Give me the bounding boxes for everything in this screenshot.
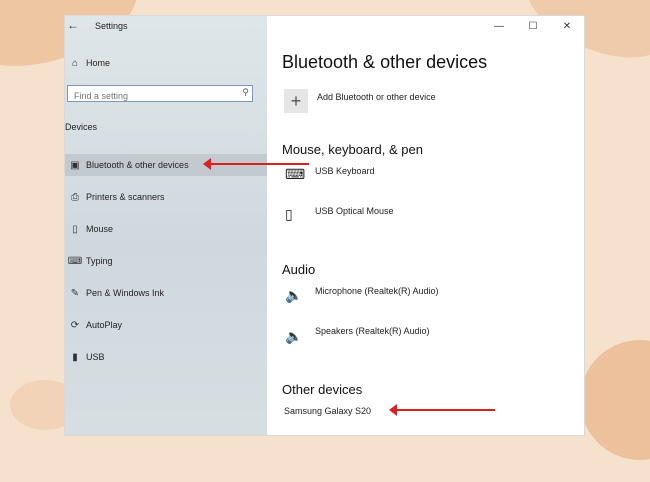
device-microphone[interactable]: Microphone (Realtek(R) Audio) xyxy=(315,286,439,296)
sidebar-item-label: Printers & scanners xyxy=(86,192,165,202)
group-title-audio: Audio xyxy=(282,262,316,277)
annotation-arrow-samsung xyxy=(389,404,495,416)
device-usb-keyboard[interactable]: USB Keyboard xyxy=(315,166,375,176)
sidebar: ← Settings ⌂ Home ⚲ Devices ▣ Bluetooth … xyxy=(65,16,267,435)
speaker-icon: 🔈 xyxy=(285,328,303,344)
group-title-other: Other devices xyxy=(282,382,363,397)
keyboard-icon: ⌨ xyxy=(285,166,306,182)
annotation-arrow-bluetooth xyxy=(203,158,309,170)
mouse-icon: ▯ xyxy=(285,206,293,222)
add-device-button[interactable]: + xyxy=(284,89,308,113)
sidebar-item-autoplay[interactable]: ⟳ AutoPlay xyxy=(65,314,267,336)
device-speakers[interactable]: Speakers (Realtek(R) Audio) xyxy=(315,326,430,336)
app-title: Settings xyxy=(95,21,128,31)
sidebar-item-label: Bluetooth & other devices xyxy=(86,160,189,170)
maximize-icon[interactable]: ☐ xyxy=(516,16,550,36)
sidebar-item-mouse[interactable]: ▯ Mouse xyxy=(65,218,267,240)
sidebar-item-label: USB xyxy=(86,352,105,362)
search-box[interactable]: ⚲ xyxy=(67,85,253,104)
keyboard-icon: ⌨ xyxy=(67,255,83,267)
group-title-input: Mouse, keyboard, & pen xyxy=(282,142,423,157)
minimize-icon[interactable]: — xyxy=(482,16,516,36)
speaker-icon: 🔈 xyxy=(285,287,303,303)
search-input[interactable] xyxy=(72,88,236,104)
main-content: — ☐ ✕ Bluetooth & other devices + Add Bl… xyxy=(267,16,584,435)
sidebar-item-label: Mouse xyxy=(86,224,114,234)
search-icon[interactable]: ⚲ xyxy=(242,87,249,98)
sidebar-item-typing[interactable]: ⌨ Typing xyxy=(65,250,267,272)
home-nav-item[interactable]: ⌂ Home xyxy=(65,52,267,74)
sidebar-item-label: Typing xyxy=(86,256,113,266)
home-icon: ⌂ xyxy=(71,57,79,69)
usb-icon: ▮ xyxy=(72,351,78,363)
home-label: Home xyxy=(86,58,111,68)
device-usb-mouse[interactable]: USB Optical Mouse xyxy=(315,206,394,216)
window-controls: — ☐ ✕ xyxy=(482,16,584,36)
close-icon[interactable]: ✕ xyxy=(550,16,584,36)
device-samsung-galaxy[interactable]: Samsung Galaxy S20 xyxy=(284,406,371,416)
back-arrow-icon[interactable]: ← xyxy=(67,18,79,32)
section-label-devices: Devices xyxy=(65,122,98,132)
sidebar-item-label: AutoPlay xyxy=(86,320,123,330)
mouse-icon: ▯ xyxy=(72,223,78,235)
sidebar-item-printers[interactable]: ⎙ Printers & scanners xyxy=(65,186,267,208)
printer-icon: ⎙ xyxy=(71,191,79,203)
settings-window: ← Settings ⌂ Home ⚲ Devices ▣ Bluetooth … xyxy=(65,16,584,435)
sidebar-item-label: Pen & Windows Ink xyxy=(86,288,165,298)
sidebar-item-bluetooth[interactable]: ▣ Bluetooth & other devices xyxy=(65,154,267,176)
plus-icon: + xyxy=(290,90,302,111)
autoplay-icon: ⟳ xyxy=(70,319,80,331)
page-title: Bluetooth & other devices xyxy=(282,52,488,72)
add-device-label[interactable]: Add Bluetooth or other device xyxy=(317,92,436,102)
sidebar-item-pen[interactable]: ✎ Pen & Windows Ink xyxy=(65,282,267,304)
sidebar-item-usb[interactable]: ▮ USB xyxy=(65,346,267,368)
pen-icon: ✎ xyxy=(70,287,80,299)
bluetooth-devices-icon: ▣ xyxy=(70,159,80,171)
